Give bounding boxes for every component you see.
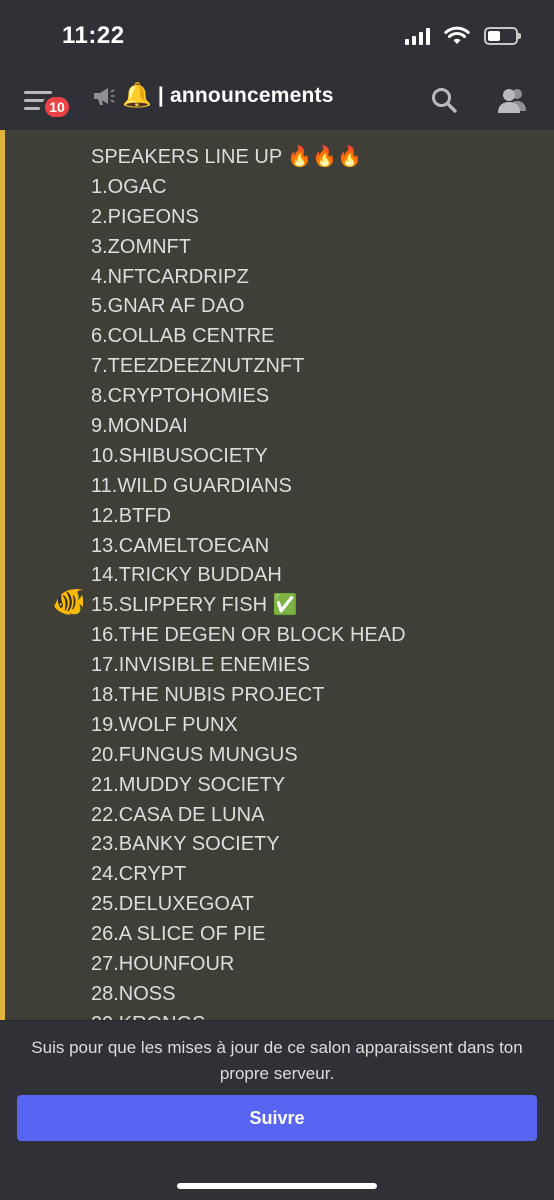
message-heading: SPEAKERS LINE UP 🔥🔥🔥 [91, 146, 363, 168]
follow-panel: Suis pour que les mises à jour de ce sal… [0, 1020, 554, 1200]
status-icons [405, 26, 521, 46]
message-line: 1.OGAC [91, 175, 167, 198]
cellular-signal-icon [405, 27, 430, 45]
message-line: 3.ZOMNFT [91, 235, 191, 258]
status-time: 11:22 [62, 22, 125, 49]
status-bar: 11:22 [0, 0, 554, 66]
follow-button[interactable]: Suivre [17, 1095, 537, 1141]
message-line: 20.FUNGUS MUNGUS [91, 743, 298, 766]
message-line: 8.CRYPTOHOMIES [91, 385, 270, 408]
message-line: 18.THE NUBIS PROJECT [91, 684, 325, 707]
tropical-fish-emoji-avatar[interactable]: 🐠 [52, 588, 87, 616]
notification-badge: 10 [42, 94, 72, 120]
message-line: 4.NFTCARDRIPZ [91, 265, 249, 288]
members-icon[interactable] [496, 86, 528, 114]
message-line: 16.THE DEGEN OR BLOCK HEAD [91, 624, 406, 647]
message-line: 24.CRYPT [91, 863, 187, 886]
battery-fill [488, 31, 500, 41]
message-line: 29.KRONGS [91, 1010, 406, 1020]
message-line: 26.A SLICE OF PIE [91, 923, 266, 946]
message-line: 28.NOSS [91, 982, 176, 1005]
message-line: 6.COLLAB CENTRE [91, 325, 275, 348]
message-line: 7.TEEZDEEZNUTZNFT [91, 355, 305, 378]
message-line: 2.PIGEONS [91, 205, 199, 228]
message-line: 14.TRICKY BUDDAH [91, 564, 282, 587]
search-icon[interactable] [430, 86, 458, 114]
message-line: 25.DELUXEGOAT [91, 893, 255, 916]
message-line: 22.CASA DE LUNA [91, 803, 265, 826]
message-content: SPEAKERS LINE UP 🔥🔥🔥 1.OGAC 2.PIGEONS 3.ZOM… [91, 143, 406, 1020]
message-line: 13.CAMELTOECAN [91, 534, 270, 557]
message-line: 19.WOLF PUNX [91, 713, 238, 736]
message-line: 12.BTFD [91, 504, 172, 527]
message-line: 10.SHIBUSOCIETY [91, 444, 268, 467]
channel-title[interactable]: 🔔 | announcements [92, 84, 334, 108]
app-root: 11:22 10 🔔 | announcements 🐠 SPEAKERS LI… [0, 0, 554, 1200]
wifi-icon [444, 26, 470, 44]
message-line: 11.WILD GUARDIANS [91, 474, 292, 497]
battery-icon [484, 27, 521, 45]
channel-name: | announcements [157, 84, 334, 107]
message-line: 27.HOUNFOUR [91, 953, 235, 976]
follow-description: Suis pour que les mises à jour de ce sal… [31, 1038, 523, 1083]
message-line: 9.MONDAI [91, 415, 188, 438]
message-line: 21.MUDDY SOCIETY [91, 773, 286, 796]
channel-header: 10 🔔 | announcements [0, 66, 554, 130]
message-line: 15.SLIPPERY FISH ✅ [91, 594, 298, 617]
bell-icon: 🔔 [122, 82, 152, 109]
megaphone-icon [94, 88, 115, 105]
home-indicator [177, 1183, 377, 1189]
message-line: 23.BANKY SOCIETY [91, 833, 280, 856]
message-list[interactable]: 🐠 SPEAKERS LINE UP 🔥🔥🔥 1.OGAC 2.PIGEONS 3.Z… [0, 130, 554, 1020]
message-line: 5.GNAR AF DAO [91, 295, 245, 318]
message-line: 17.INVISIBLE ENEMIES [91, 654, 310, 677]
